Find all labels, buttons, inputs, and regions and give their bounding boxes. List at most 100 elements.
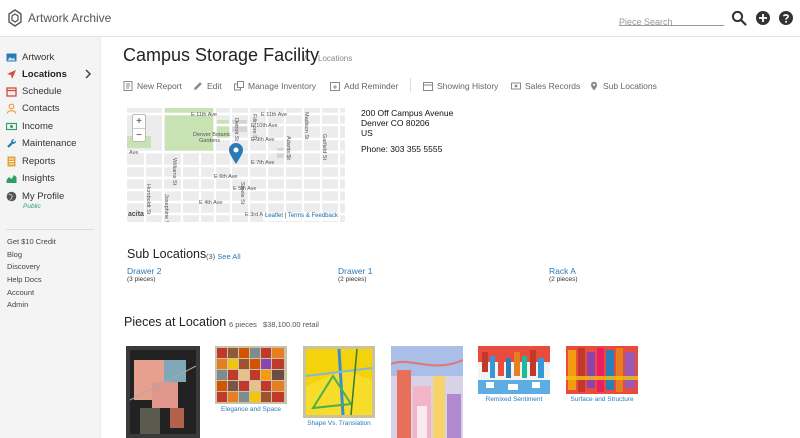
svg-text:Ave: Ave: [129, 150, 138, 156]
attribution-separator: |: [284, 213, 287, 219]
app-name: Artwork Archive: [28, 11, 112, 25]
sub-locations-count: (3): [206, 252, 216, 261]
sidebar-item-contacts[interactable]: Contacts: [6, 100, 96, 116]
sub-location-drawer-1[interactable]: Drawer 1: [338, 266, 372, 276]
report-icon: [7, 156, 16, 166]
artwork-image: [566, 346, 638, 394]
add-reminder-button[interactable]: Add Reminder: [330, 80, 398, 92]
sidebar-item-insights[interactable]: Insights: [6, 170, 96, 186]
link-discovery[interactable]: Discovery: [7, 262, 40, 271]
artwork-thumbnail[interactable]: [566, 346, 638, 394]
link-blog[interactable]: Blog: [7, 250, 22, 259]
search-icon[interactable]: [731, 10, 747, 26]
money-icon: [511, 82, 521, 90]
sidebar-item-reports[interactable]: Reports: [6, 153, 96, 169]
sidebar-item-maintenance[interactable]: Maintenance: [6, 135, 96, 151]
svg-text:Williams St: Williams St: [171, 158, 177, 186]
svg-text:E 4th Ave: E 4th Ave: [199, 200, 222, 206]
sidebar-item-my-profile[interactable]: My Profile: [6, 188, 96, 204]
svg-text:Adams St: Adams St: [285, 136, 291, 160]
report-icon: [123, 81, 133, 91]
sub-locations-count-row: (3) See All: [206, 252, 241, 261]
breadcrumb-locations[interactable]: Locations: [318, 54, 352, 63]
showing-history-button[interactable]: Showing History: [423, 80, 498, 92]
svg-text:Fillmore St: Fillmore St: [251, 114, 257, 141]
map-tiles: E 11th Ave E 11th Ave E 10th Ave E 9th A…: [127, 108, 345, 222]
sidebar: Artwork Locations Schedule Contacts Inco…: [0, 37, 101, 438]
sub-locations-button[interactable]: Sub Locations: [589, 80, 657, 92]
location-map[interactable]: E 11th Ave E 11th Ave E 10th Ave E 9th A…: [127, 108, 345, 222]
sub-location-rack-a[interactable]: Rack A: [549, 266, 576, 276]
map-label: acita: [128, 211, 144, 218]
globe-icon: [6, 191, 17, 201]
zoom-in-button[interactable]: +: [133, 115, 145, 128]
top-bar: Artwork Archive: [0, 0, 800, 37]
artwork-thumbnail[interactable]: [215, 346, 287, 404]
sub-location-count: (2 pieces): [549, 276, 578, 283]
svg-text:Humboldt St: Humboldt St: [145, 184, 151, 215]
link-get-credit[interactable]: Get $10 Credit: [7, 237, 56, 246]
chevron-right-icon: [85, 69, 92, 79]
pieces-count: 6 pieces: [229, 320, 257, 329]
sidebar-item-income[interactable]: Income: [6, 118, 96, 134]
artwork-caption[interactable]: Shape Vs. Translation: [300, 420, 378, 427]
profile-status: Public: [23, 203, 41, 210]
add-icon[interactable]: [755, 10, 771, 26]
phone-number: Phone: 303 355 5555: [361, 144, 443, 154]
artwork-image: [478, 346, 550, 394]
user-icon: [6, 103, 17, 114]
artwork-thumbnail[interactable]: [303, 346, 375, 418]
svg-text:E 11th Ave: E 11th Ave: [261, 112, 287, 118]
artwork-image: [303, 346, 375, 418]
sidebar-divider: [6, 229, 94, 230]
sidebar-item-artwork[interactable]: Artwork: [6, 49, 96, 65]
see-all-link[interactable]: See All: [217, 252, 240, 261]
breadcrumb-separator: /: [304, 54, 307, 63]
search-field[interactable]: [619, 12, 724, 27]
artwork-thumbnail[interactable]: [126, 346, 200, 438]
link-admin[interactable]: Admin: [7, 300, 28, 309]
pieces-retail-value: $38,100.00 retail: [263, 320, 319, 329]
artwork-caption[interactable]: Elegance and Space: [215, 406, 287, 413]
leaflet-link[interactable]: Leaflet: [265, 213, 283, 219]
help-icon[interactable]: [778, 10, 794, 26]
inventory-icon: [234, 81, 244, 91]
svg-text:Garfield St: Garfield St: [321, 134, 327, 160]
link-account[interactable]: Account: [7, 288, 34, 297]
svg-text:Madison St: Madison St: [303, 112, 309, 140]
chart-icon: [6, 174, 17, 183]
new-report-button[interactable]: New Report: [123, 80, 182, 92]
edit-button[interactable]: Edit: [193, 80, 222, 92]
sales-records-button[interactable]: Sales Records: [511, 80, 580, 92]
svg-text:E 7th Ave: E 7th Ave: [251, 160, 274, 166]
artwork-image: [391, 346, 463, 438]
artwork-thumbnail[interactable]: [478, 346, 550, 394]
svg-text:Detroit St: Detroit St: [233, 118, 239, 141]
calendar-plus-icon: [330, 82, 340, 91]
calendar-icon: [423, 82, 433, 91]
sidebar-item-locations[interactable]: Locations: [6, 66, 96, 82]
location-arrow-icon: [7, 69, 16, 79]
map-pin-icon: [591, 81, 597, 91]
image-icon: [6, 53, 17, 61]
zoom-out-button[interactable]: −: [133, 128, 145, 141]
artwork-image: [126, 346, 200, 438]
sidebar-item-schedule[interactable]: Schedule: [6, 83, 96, 99]
link-help-docs[interactable]: Help Docs: [7, 275, 42, 284]
svg-text:E 11th Ave: E 11th Ave: [191, 112, 217, 118]
search-input[interactable]: [619, 17, 724, 27]
manage-inventory-button[interactable]: Manage Inventory: [234, 80, 316, 92]
address-line-3: US: [361, 128, 373, 138]
brand[interactable]: Artwork Archive: [8, 9, 111, 27]
toolbar-divider: [410, 78, 411, 92]
svg-text:Gardens: Gardens: [199, 138, 220, 144]
sub-locations-heading: Sub Locations: [127, 247, 207, 261]
artwork-caption[interactable]: Remixed Sentiment: [474, 396, 554, 403]
address-line-2: Denver CO 80206: [361, 118, 430, 128]
artwork-caption[interactable]: Surface and Structure: [562, 396, 642, 403]
svg-text:Josephine St: Josephine St: [163, 194, 169, 222]
terms-feedback-link[interactable]: Terms & Feedback: [288, 213, 338, 219]
sub-location-drawer-2[interactable]: Drawer 2: [127, 266, 161, 276]
pieces-heading: Pieces at Location: [124, 315, 227, 329]
artwork-thumbnail[interactable]: [391, 346, 463, 438]
